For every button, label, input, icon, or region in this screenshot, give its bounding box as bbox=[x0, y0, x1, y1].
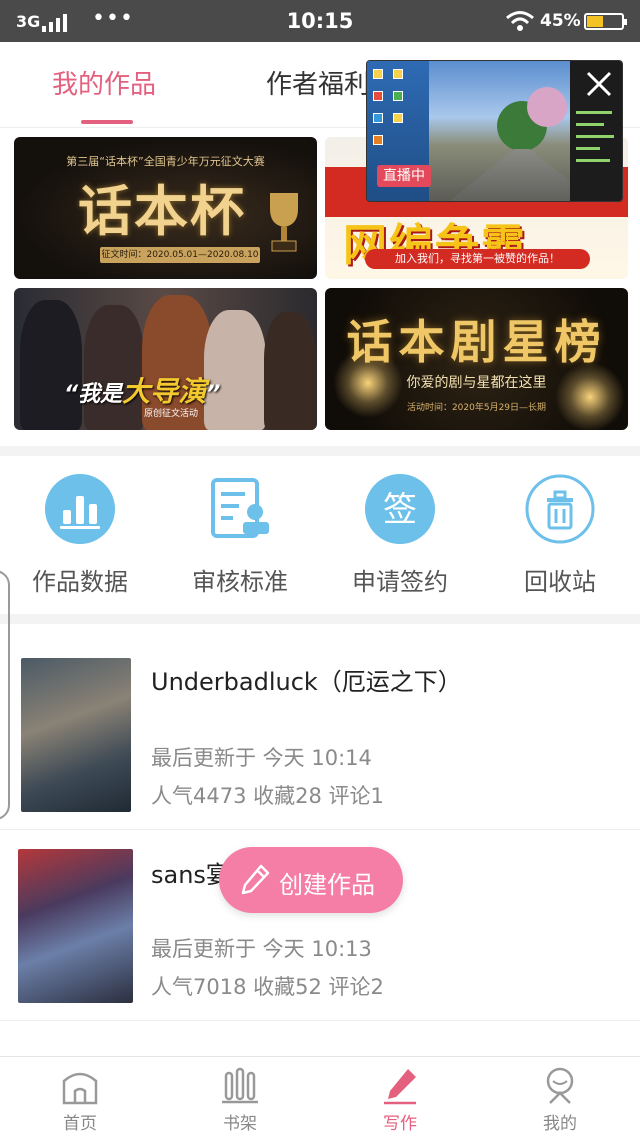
nav-profile[interactable]: 我的 bbox=[480, 1065, 640, 1134]
trophy-icon bbox=[270, 193, 298, 252]
create-work-label: 创建作品 bbox=[279, 871, 375, 899]
battery-icon bbox=[584, 13, 627, 30]
work-stats: 人气7018 收藏52 评论2 bbox=[151, 975, 384, 999]
person-image bbox=[20, 300, 82, 430]
banner-huabenbei[interactable]: 第三届“话本杯”全国青少年万元征文大赛 话本杯 征文时间：2020.05.01—… bbox=[14, 137, 317, 279]
svg-text:签: 签 bbox=[383, 490, 417, 530]
banner-director[interactable]: “我是大导演” 原创征文活动 bbox=[14, 288, 317, 430]
pen-icon bbox=[241, 864, 270, 895]
status-bar: 3G ••• 10:15 45% bbox=[0, 0, 640, 42]
banner-title: 话本剧星榜 bbox=[346, 315, 607, 369]
live-stream-window[interactable]: 直播中 bbox=[366, 60, 623, 202]
nav-label: 书架 bbox=[223, 1114, 257, 1134]
banner-small-text: 原创征文活动 bbox=[144, 409, 199, 419]
section-divider bbox=[0, 614, 640, 624]
list-item[interactable]: Underbadluck（厄运之下） 最后更新于 今天 10:14 人气4473… bbox=[0, 640, 640, 830]
icon-label: 审核标准 bbox=[192, 568, 288, 596]
banner-line: 你爱的剧与星都在这里 bbox=[406, 375, 547, 391]
person-image bbox=[84, 305, 144, 430]
close-icon[interactable] bbox=[584, 69, 614, 99]
banner-strip: 加入我们，寻找第一被赞的作品！ bbox=[365, 249, 590, 269]
icon-label: 申请签约 bbox=[352, 568, 448, 596]
recycle-bin-entry[interactable]: 回收站 bbox=[480, 474, 640, 597]
home-icon bbox=[62, 1072, 98, 1105]
edge-handle[interactable] bbox=[0, 570, 10, 820]
sign-icon: 签 bbox=[365, 474, 435, 544]
pen-icon bbox=[384, 1069, 416, 1105]
bookshelf-icon bbox=[222, 1067, 258, 1104]
profile-icon bbox=[546, 1067, 574, 1104]
work-cover bbox=[21, 658, 131, 812]
wifi-icon bbox=[506, 11, 534, 31]
tools-row: 作品数据 审核标准 签 申请签约 回收站 bbox=[0, 460, 640, 612]
nav-home[interactable]: 首页 bbox=[0, 1065, 160, 1134]
icon-label: 作品数据 bbox=[32, 568, 128, 596]
nav-label: 首页 bbox=[63, 1114, 97, 1134]
nav-label: 写作 bbox=[383, 1114, 417, 1134]
live-badge: 直播中 bbox=[377, 165, 431, 187]
work-title: Underbadluck（厄运之下） bbox=[151, 668, 462, 696]
banner-date: 征文时间：2020.05.01—2020.08.10 bbox=[100, 247, 260, 263]
tab-author-benefits[interactable]: 作者福利 bbox=[266, 64, 370, 101]
tab-indicator bbox=[81, 120, 133, 124]
work-cover bbox=[18, 849, 133, 1003]
nav-label: 我的 bbox=[543, 1114, 577, 1134]
nav-bookshelf[interactable]: 书架 bbox=[160, 1065, 320, 1134]
trash-icon bbox=[525, 474, 595, 544]
tab-my-works[interactable]: 我的作品 bbox=[52, 64, 156, 101]
work-updated: 最后更新于 今天 10:13 bbox=[151, 937, 372, 961]
apply-contract-entry[interactable]: 签 申请签约 bbox=[320, 474, 480, 597]
nav-write[interactable]: 写作 bbox=[320, 1065, 480, 1134]
review-standards-entry[interactable]: 审核标准 bbox=[160, 474, 320, 597]
banner-date: 活动时间：2020年5月29日—长期 bbox=[406, 403, 547, 413]
battery-fill bbox=[587, 16, 604, 27]
icon-label: 回收站 bbox=[524, 568, 596, 596]
work-stats: 人气4473 收藏28 评论1 bbox=[151, 784, 384, 808]
banner-title: 话本杯 bbox=[78, 179, 246, 243]
work-updated: 最后更新于 今天 10:14 bbox=[151, 746, 372, 770]
works-data-entry[interactable]: 作品数据 bbox=[0, 474, 160, 597]
section-divider bbox=[0, 446, 640, 456]
banner-star-list[interactable]: 话本剧星榜 你爱的剧与星都在这里 活动时间：2020年5月29日—长期 bbox=[325, 288, 628, 430]
bar-chart-icon bbox=[45, 474, 115, 544]
create-work-button[interactable]: 创建作品 bbox=[219, 847, 403, 913]
document-stamp-icon bbox=[211, 478, 269, 538]
bottom-nav: 首页 书架 写作 我的 bbox=[0, 1056, 640, 1138]
person-image bbox=[264, 312, 316, 430]
work-title: sans宴 bbox=[151, 861, 230, 889]
battery-percent: 45% bbox=[540, 11, 581, 31]
banner-tagline: “我是大导演” bbox=[64, 375, 221, 408]
